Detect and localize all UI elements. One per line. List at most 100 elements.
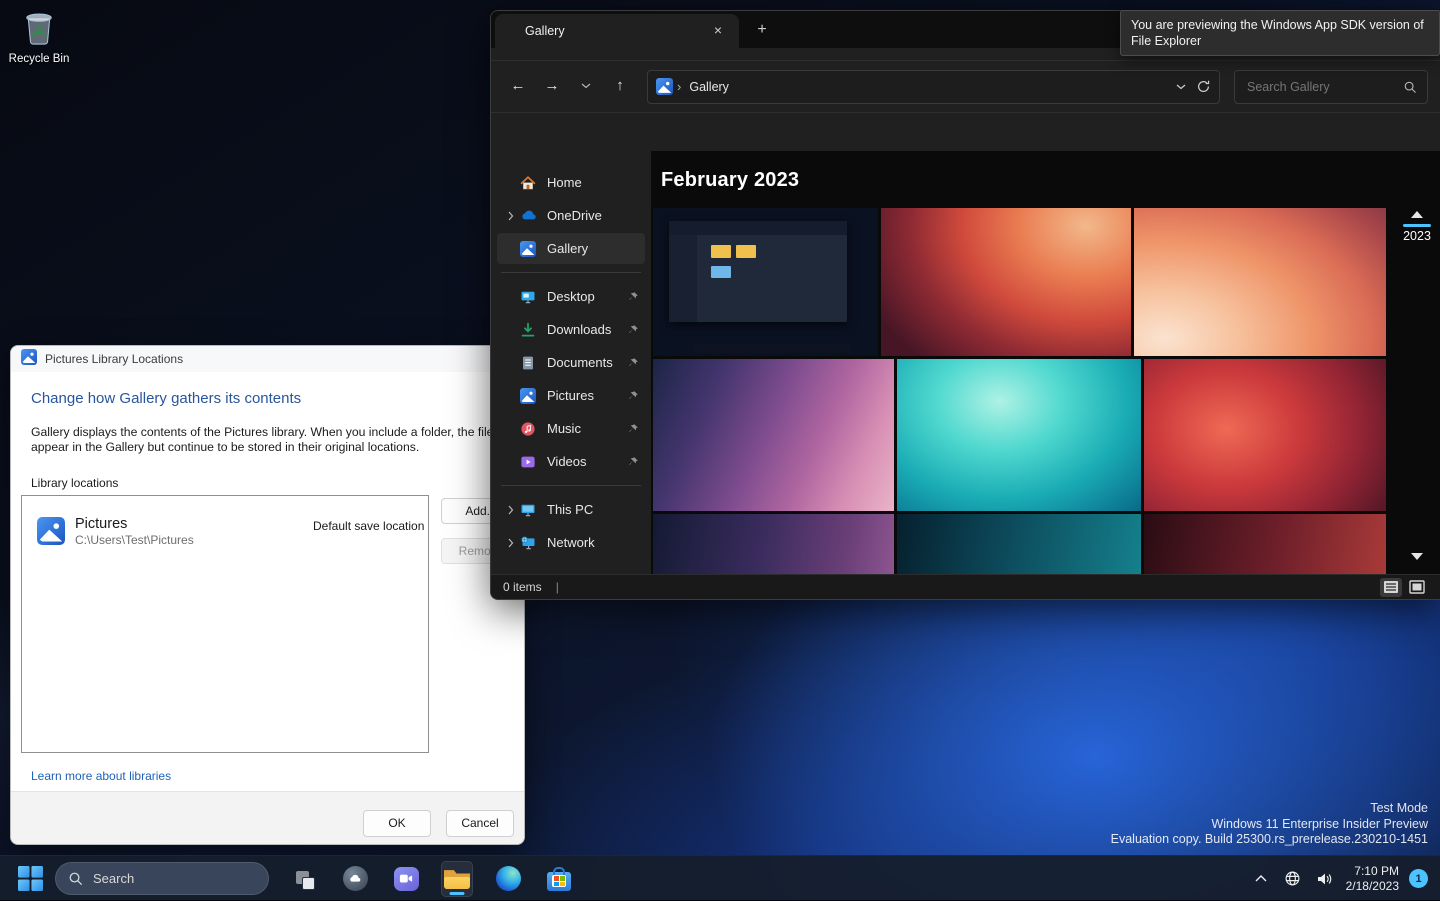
sidebar-item-documents[interactable]: Documents bbox=[497, 347, 645, 378]
dialog-titlebar[interactable]: Pictures Library Locations bbox=[11, 346, 524, 372]
chevron-right-icon[interactable] bbox=[503, 538, 519, 548]
recycle-bin-label: Recycle Bin bbox=[6, 53, 72, 65]
store-button[interactable] bbox=[543, 861, 575, 897]
thumbnail-view-toggle[interactable] bbox=[1406, 578, 1428, 597]
scroll-down-icon[interactable] bbox=[1411, 553, 1423, 560]
recycle-bin-icon bbox=[23, 33, 55, 50]
list-item[interactable]: Pictures C:\Users\Test\Pictures Default … bbox=[23, 506, 427, 556]
sidebar-item-downloads[interactable]: Downloads bbox=[497, 314, 645, 345]
cancel-button[interactable]: Cancel bbox=[446, 810, 514, 837]
gallery-icon bbox=[519, 241, 537, 257]
sidebar-item-this-pc[interactable]: This PC bbox=[497, 494, 645, 525]
sidebar-item-label: Gallery bbox=[547, 241, 588, 256]
timeline-scrollbar[interactable]: 2023 bbox=[1402, 211, 1432, 564]
up-button[interactable]: ↑ bbox=[605, 72, 635, 102]
address-dropdown-icon[interactable] bbox=[1176, 84, 1186, 90]
widgets-button[interactable] bbox=[339, 861, 371, 897]
recycle-bin[interactable]: Recycle Bin bbox=[6, 8, 72, 65]
sidebar-item-music[interactable]: Music bbox=[497, 413, 645, 444]
tab-gallery[interactable]: Gallery × bbox=[495, 14, 739, 48]
photo-thumbnail[interactable] bbox=[897, 514, 1141, 574]
dialog-heading: Change how Gallery gathers its contents bbox=[31, 390, 301, 407]
downloads-icon bbox=[519, 322, 537, 338]
address-bar[interactable]: › Gallery bbox=[647, 70, 1220, 104]
photo-thumbnail[interactable] bbox=[1144, 514, 1386, 574]
pin-icon bbox=[627, 456, 639, 468]
chat-button[interactable] bbox=[390, 861, 422, 897]
forward-button[interactable]: → bbox=[537, 72, 567, 102]
onedrive-cloud-icon bbox=[519, 207, 537, 224]
date-group-title: February 2023 bbox=[661, 169, 799, 192]
sidebar-item-label: Home bbox=[547, 175, 582, 190]
file-explorer-window: Gallery × + New So bbox=[490, 10, 1440, 600]
sidebar-divider bbox=[501, 272, 641, 273]
time-label: 7:10 PM bbox=[1346, 864, 1399, 879]
sidebar-item-network[interactable]: Network bbox=[497, 527, 645, 558]
photo-thumbnail[interactable] bbox=[881, 208, 1131, 356]
edge-button[interactable] bbox=[492, 861, 524, 897]
ok-button[interactable]: OK bbox=[363, 810, 431, 837]
music-icon bbox=[519, 421, 537, 437]
photo-thumbnail[interactable] bbox=[897, 359, 1141, 511]
notification-badge[interactable]: 1 bbox=[1409, 869, 1428, 888]
chevron-right-icon[interactable] bbox=[503, 505, 519, 515]
volume-tray-icon[interactable] bbox=[1314, 867, 1336, 891]
new-tab-button[interactable]: + bbox=[749, 19, 775, 43]
gallery-content: February 2023 2023 bbox=[651, 151, 1440, 574]
photo-thumbnail[interactable] bbox=[1134, 208, 1386, 356]
sidebar-item-pictures[interactable]: Pictures bbox=[497, 380, 645, 411]
pin-icon bbox=[627, 324, 639, 336]
sidebar-item-desktop[interactable]: Desktop bbox=[497, 281, 645, 312]
hidden-icons-button[interactable] bbox=[1250, 867, 1272, 891]
pin-icon bbox=[627, 423, 639, 435]
search-box[interactable] bbox=[1234, 70, 1428, 104]
sidebar-item-gallery[interactable]: Gallery bbox=[497, 233, 645, 264]
details-view-toggle[interactable] bbox=[1380, 578, 1402, 597]
taskbar-search[interactable]: Search bbox=[55, 862, 269, 895]
task-view-button[interactable] bbox=[288, 861, 320, 897]
search-icon bbox=[68, 871, 83, 886]
scroll-up-icon[interactable] bbox=[1411, 211, 1423, 218]
breadcrumb-gallery[interactable]: Gallery bbox=[689, 80, 729, 94]
clock[interactable]: 7:10 PM 2/18/2023 bbox=[1346, 864, 1399, 893]
breadcrumb-chevron: › bbox=[677, 79, 681, 94]
status-divider: | bbox=[556, 580, 559, 594]
gallery-icon bbox=[656, 78, 673, 95]
status-bar: 0 items | bbox=[491, 574, 1440, 599]
sidebar-item-label: OneDrive bbox=[547, 208, 602, 223]
chevron-right-icon[interactable] bbox=[503, 211, 519, 221]
active-app-indicator bbox=[450, 892, 465, 895]
search-input[interactable] bbox=[1245, 79, 1403, 95]
sidebar-divider bbox=[501, 485, 641, 486]
desktop-icon bbox=[519, 289, 537, 305]
file-explorer-icon bbox=[444, 868, 470, 889]
refresh-icon[interactable] bbox=[1196, 79, 1211, 94]
tab-title: Gallery bbox=[525, 24, 707, 38]
learn-more-link[interactable]: Learn more about libraries bbox=[31, 769, 171, 783]
taskbar: Search bbox=[0, 855, 1440, 900]
back-button[interactable]: ← bbox=[503, 72, 533, 102]
close-tab-icon[interactable]: × bbox=[707, 20, 729, 42]
speaker-icon bbox=[1316, 872, 1334, 886]
sidebar-item-onedrive[interactable]: OneDrive bbox=[497, 200, 645, 231]
sidebar-item-videos[interactable]: Videos bbox=[497, 446, 645, 477]
start-button[interactable] bbox=[18, 866, 43, 891]
task-view-icon bbox=[292, 867, 316, 891]
recent-locations-button[interactable] bbox=[571, 72, 601, 102]
chevron-up-icon bbox=[1255, 875, 1267, 882]
photo-thumbnail[interactable] bbox=[653, 208, 878, 356]
pictures-icon bbox=[21, 349, 37, 370]
sidebar-item-home[interactable]: Home bbox=[497, 167, 645, 198]
pin-icon bbox=[627, 357, 639, 369]
photo-thumbnail[interactable] bbox=[1144, 359, 1386, 511]
photo-thumbnail[interactable] bbox=[653, 359, 894, 511]
location-path: C:\Users\Test\Pictures bbox=[75, 533, 194, 548]
library-locations-list[interactable]: Pictures C:\Users\Test\Pictures Default … bbox=[21, 495, 429, 753]
network-tray-icon[interactable] bbox=[1282, 867, 1304, 891]
sidebar-item-label: Network bbox=[547, 535, 595, 550]
scroll-year-label: 2023 bbox=[1402, 229, 1432, 243]
this-pc-icon bbox=[519, 502, 537, 518]
photo-thumbnail[interactable] bbox=[653, 514, 894, 574]
screenshot-mini-window bbox=[669, 221, 847, 322]
file-explorer-button[interactable] bbox=[441, 861, 473, 897]
